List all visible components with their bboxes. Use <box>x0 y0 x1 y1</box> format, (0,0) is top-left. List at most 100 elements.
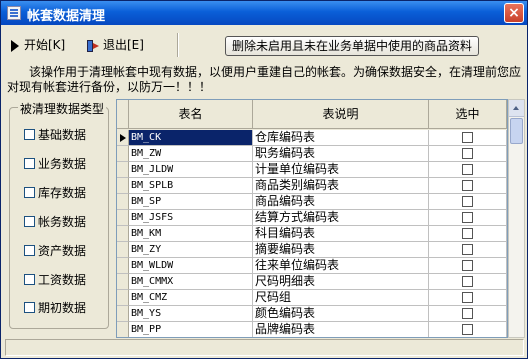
table-name-cell[interactable]: BM_CMMX <box>129 274 253 290</box>
select-checkbox[interactable] <box>462 212 473 223</box>
select-checkbox[interactable] <box>462 148 473 159</box>
description-text: 该操作用于清理帐套中现有数据，以便用户重建自己的帐套。为确保数据安全，在清理前您… <box>7 65 523 95</box>
table-row[interactable]: BM_KM 科目编码表 <box>117 226 507 242</box>
start-button[interactable]: 开始[K] <box>11 36 65 54</box>
selected-cell[interactable] <box>429 162 507 178</box>
row-indicator <box>117 226 129 242</box>
checkbox[interactable] <box>24 216 35 227</box>
grid-header: 表名 表说明 选中 <box>117 100 507 130</box>
table-desc-cell[interactable]: 摘要编码表 <box>253 242 429 258</box>
table-desc-cell[interactable]: 往来单位编码表 <box>253 258 429 274</box>
select-checkbox[interactable] <box>462 308 473 319</box>
table-name-cell[interactable]: BM_SPLB <box>129 178 253 194</box>
table-name-cell[interactable]: BM_WLDW <box>129 258 253 274</box>
selected-cell[interactable] <box>429 290 507 306</box>
selected-cell[interactable] <box>429 242 507 258</box>
table-name-cell[interactable]: BM_PP <box>129 322 253 337</box>
selected-cell[interactable] <box>429 306 507 322</box>
table-row[interactable]: BM_SPLB 商品类别编码表 <box>117 178 507 194</box>
row-indicator <box>117 162 129 178</box>
select-checkbox[interactable] <box>462 276 473 287</box>
header-table-name[interactable]: 表名 <box>129 100 253 129</box>
select-checkbox[interactable] <box>462 292 473 303</box>
selected-cell[interactable] <box>429 130 507 146</box>
clean-type-inventory[interactable]: 库存数据 <box>24 185 86 201</box>
checkbox[interactable] <box>24 245 35 256</box>
clean-type-assets[interactable]: 资产数据 <box>24 243 86 259</box>
header-selected[interactable]: 选中 <box>429 100 507 129</box>
select-checkbox[interactable] <box>462 260 473 271</box>
table-row[interactable]: BM_CMZ 尺码组 <box>117 290 507 306</box>
table-desc-cell[interactable]: 品牌编码表 <box>253 322 429 337</box>
row-indicator <box>117 146 129 162</box>
select-checkbox[interactable] <box>462 244 473 255</box>
close-button[interactable]: × <box>504 3 524 23</box>
scroll-up-arrow-icon[interactable] <box>509 100 524 117</box>
table-name-cell[interactable]: BM_CK <box>129 130 253 146</box>
table-row[interactable]: BM_JSFS 结算方式编码表 <box>117 210 507 226</box>
table-row[interactable]: BM_SP 商品编码表 <box>117 194 507 210</box>
select-checkbox[interactable] <box>462 180 473 191</box>
select-checkbox[interactable] <box>462 196 473 207</box>
table-name-cell[interactable]: BM_ZW <box>129 146 253 162</box>
grid-vertical-scrollbar[interactable] <box>508 99 525 338</box>
table-row[interactable]: BM_PP 品牌编码表 <box>117 322 507 337</box>
clean-type-business[interactable]: 业务数据 <box>24 156 86 172</box>
table-name-cell[interactable]: BM_JSFS <box>129 210 253 226</box>
app-icon <box>7 6 21 20</box>
selected-cell[interactable] <box>429 194 507 210</box>
clean-type-basic[interactable]: 基础数据 <box>24 127 86 143</box>
table-desc-cell[interactable]: 仓库编码表 <box>253 130 429 146</box>
selected-cell[interactable] <box>429 274 507 290</box>
table-desc-cell[interactable]: 颜色编码表 <box>253 306 429 322</box>
checkbox[interactable] <box>24 302 35 313</box>
clean-type-salary[interactable]: 工资数据 <box>24 272 86 288</box>
table-desc-cell[interactable]: 尺码组 <box>253 290 429 306</box>
table-desc-cell[interactable]: 结算方式编码表 <box>253 210 429 226</box>
table-name-cell[interactable]: BM_KM <box>129 226 253 242</box>
checkbox[interactable] <box>24 158 35 169</box>
table-desc-cell[interactable]: 职务编码表 <box>253 146 429 162</box>
selected-cell[interactable] <box>429 146 507 162</box>
table-name-cell[interactable]: BM_SP <box>129 194 253 210</box>
table-row[interactable]: BM_ZY 摘要编码表 <box>117 242 507 258</box>
table-row[interactable]: BM_CMMX 尺码明细表 <box>117 274 507 290</box>
checkbox[interactable] <box>24 274 35 285</box>
table-name-cell[interactable]: BM_YS <box>129 306 253 322</box>
selected-cell[interactable] <box>429 226 507 242</box>
delete-unused-products-button[interactable]: 删除未启用且未在业务单据中使用的商品资料 <box>225 36 479 56</box>
select-checkbox[interactable] <box>462 132 473 143</box>
select-checkbox[interactable] <box>462 164 473 175</box>
selected-cell[interactable] <box>429 322 507 337</box>
selected-cell[interactable] <box>429 210 507 226</box>
group-title: 被清理数据类型 <box>18 100 107 117</box>
table-name-cell[interactable]: BM_ZY <box>129 242 253 258</box>
header-table-desc[interactable]: 表说明 <box>253 100 429 129</box>
table-row[interactable]: BM_YS 颜色编码表 <box>117 306 507 322</box>
checkbox[interactable] <box>24 129 35 140</box>
row-indicator <box>117 290 129 306</box>
exit-button[interactable]: 退出[E] <box>87 36 144 54</box>
select-checkbox[interactable] <box>462 324 473 335</box>
table-desc-cell[interactable]: 科目编码表 <box>253 226 429 242</box>
checkbox[interactable] <box>24 187 35 198</box>
selected-cell[interactable] <box>429 258 507 274</box>
selected-cell[interactable] <box>429 178 507 194</box>
title-bar[interactable]: 帐套数据清理 × <box>1 1 527 25</box>
table-name-cell[interactable]: BM_CMZ <box>129 290 253 306</box>
checkbox-label: 期初数据 <box>38 301 87 315</box>
table-row[interactable]: BM_WLDW 往来单位编码表 <box>117 258 507 274</box>
table-desc-cell[interactable]: 计量单位编码表 <box>253 162 429 178</box>
table-row[interactable]: BM_CK 仓库编码表 <box>117 130 507 146</box>
table-desc-cell[interactable]: 商品类别编码表 <box>253 178 429 194</box>
select-checkbox[interactable] <box>462 228 473 239</box>
checkbox-label: 工资数据 <box>38 273 87 287</box>
table-desc-cell[interactable]: 尺码明细表 <box>253 274 429 290</box>
table-row[interactable]: BM_JLDW 计量单位编码表 <box>117 162 507 178</box>
clean-type-opening[interactable]: 期初数据 <box>24 300 86 316</box>
clean-type-accounting[interactable]: 帐务数据 <box>24 214 86 230</box>
scroll-thumb[interactable] <box>510 118 523 144</box>
table-name-cell[interactable]: BM_JLDW <box>129 162 253 178</box>
table-desc-cell[interactable]: 商品编码表 <box>253 194 429 210</box>
table-row[interactable]: BM_ZW 职务编码表 <box>117 146 507 162</box>
